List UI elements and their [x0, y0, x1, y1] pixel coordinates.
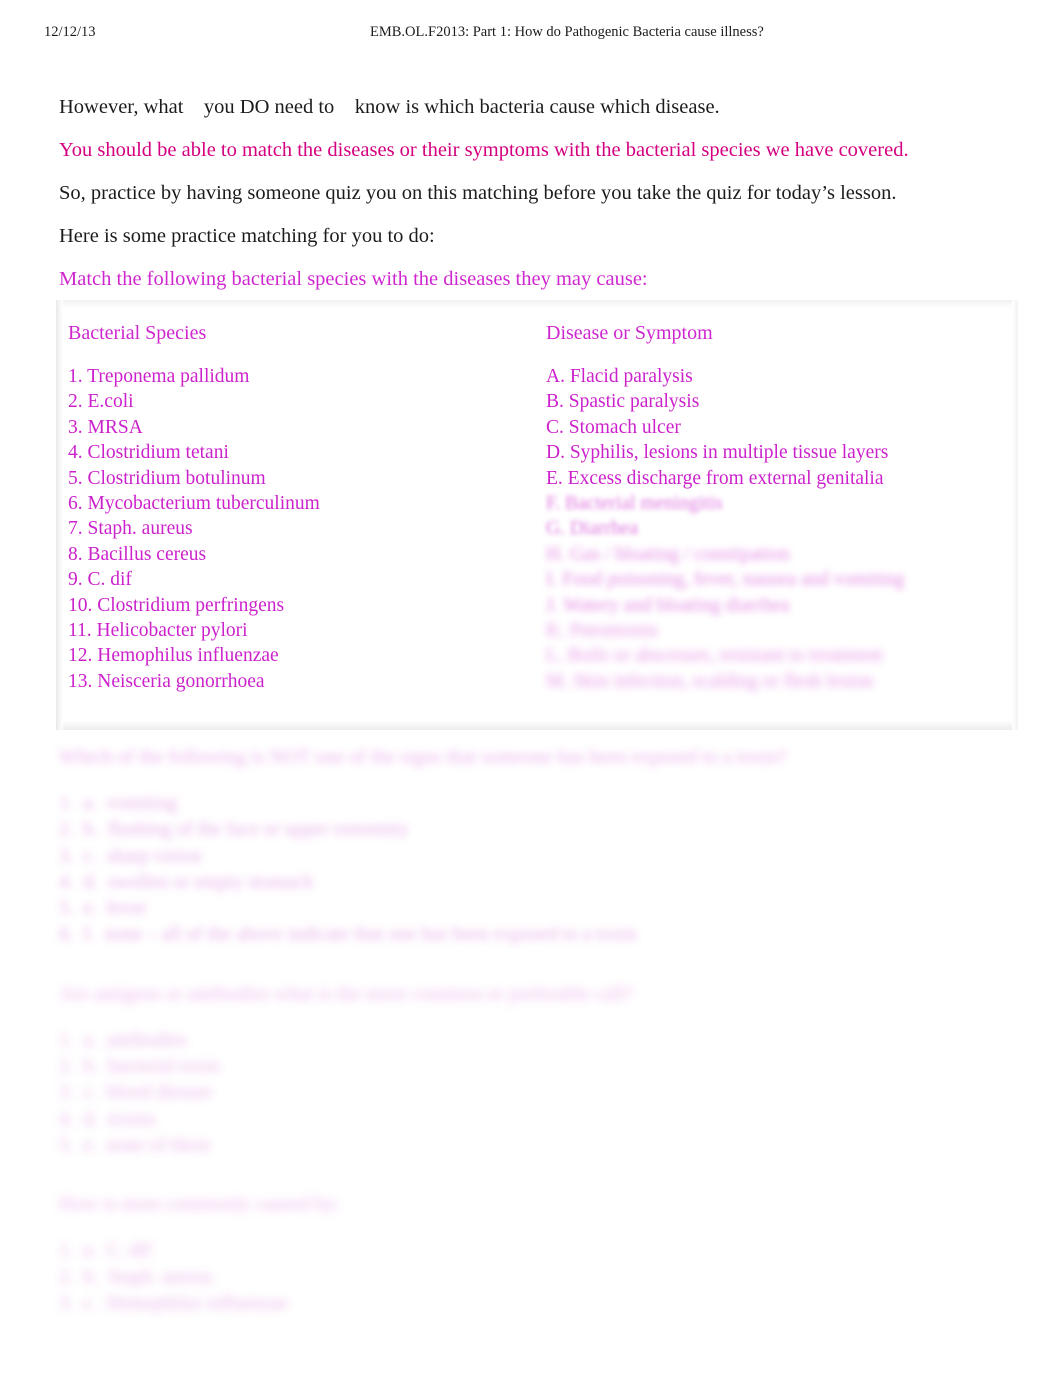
question-prompt: Are antigens or antibodies what is the m…	[59, 982, 633, 1005]
disease-item: C. Stomach ulcer	[546, 416, 681, 438]
answer-option[interactable]: 4. d. swollen or empty stomach	[59, 870, 1019, 896]
header-date: 12/12/13	[44, 24, 96, 40]
question-section-3: How is most commonly caused by: 1. a. C.…	[59, 1191, 1019, 1317]
answer-option[interactable]: 4. d. toxins	[59, 1107, 1019, 1133]
disease-item: F. Bacterial meningitis	[546, 493, 723, 515]
answer-option[interactable]: 5. e. fever	[59, 896, 1019, 922]
bacterial-species-heading: Bacterial Species	[68, 322, 207, 344]
answer-option[interactable]: 3. c. blood disease	[59, 1080, 1019, 1106]
species-item: 9. C. dif	[68, 569, 132, 591]
disease-item: M. Skin infection, scalding or flesh les…	[546, 670, 874, 692]
lower-question-sections: Which of the following is NOT one of the…	[59, 744, 1019, 1349]
species-item: 11. Helicobacter pylori	[68, 620, 248, 642]
disease-symptom-column: Disease or Symptom A. Flacid paralysis B…	[546, 320, 1006, 694]
disease-item: H. Gas / bloating / constipation	[546, 543, 790, 565]
species-item: 5. Clostridium botulinum	[68, 467, 266, 489]
document-page: 12/12/13 EMB.OL.F2013: Part 1: How do Pa…	[0, 0, 1062, 1377]
document-header: 12/12/13 EMB.OL.F2013: Part 1: How do Pa…	[0, 22, 1062, 46]
disease-item: E. Excess discharge from external genita…	[546, 467, 884, 489]
paragraph-here-is-practice: Here is some practice matching for you t…	[59, 225, 435, 247]
disease-item: A. Flacid paralysis	[546, 366, 693, 387]
species-item: 10. Clostridium perfringens	[68, 594, 285, 616]
panel-left-edge	[56, 300, 63, 730]
species-item: 12. Hemophilus influenzae	[68, 645, 279, 667]
species-item: 13. Neisceria gonorrhoea	[68, 670, 265, 692]
question-prompt: Which of the following is NOT one of the…	[59, 746, 787, 768]
answer-option[interactable]: 3. c. sharp vision	[59, 844, 1019, 870]
paragraph-you-should-be-able: You should be able to match the diseases…	[59, 139, 909, 161]
intro-paragraphs: However, what you DO need to know is whi…	[59, 94, 1009, 309]
bacterial-species-column: Bacterial Species 1. Treponema pallidum …	[68, 320, 538, 694]
disease-item: J. Watery and bloating diarrhea	[546, 594, 790, 616]
answer-option[interactable]: 6. f. none – all of the above indicate t…	[59, 922, 1019, 948]
answer-option[interactable]: 2. b. bacterial toxin	[59, 1054, 1019, 1080]
matching-panel: Bacterial Species 1. Treponema pallidum …	[56, 300, 1018, 730]
disease-item: L. Boils or abscesses, resistant to trea…	[546, 645, 883, 667]
disease-item: K. Pneumonia	[546, 620, 658, 642]
species-item: 4. Clostridium tetani	[68, 442, 229, 464]
answer-option[interactable]: 3. c. Hemophilus influenzae	[59, 1291, 1019, 1317]
disease-item: G. Diarrhea	[546, 518, 639, 540]
answer-option[interactable]: 2. b. flushing of the face or upper extr…	[59, 817, 1019, 843]
disease-item: I. Food poisoning, fever, nausea and vom…	[546, 569, 905, 591]
species-item: 1. Treponema pallidum	[68, 366, 250, 387]
header-title: EMB.OL.F2013: Part 1: How do Pathogenic …	[370, 24, 764, 40]
question-prompt: How is most commonly caused by:	[59, 1193, 341, 1216]
answer-option[interactable]: 1. a. vomiting	[59, 791, 1019, 817]
question-section-1: Which of the following is NOT one of the…	[59, 744, 1019, 949]
answer-option[interactable]: 2. b. Staph. aureus	[59, 1265, 1019, 1291]
panel-top-divider	[56, 300, 1018, 309]
answer-option[interactable]: 1. a. antibodies	[59, 1028, 1019, 1054]
species-item: 3. MRSA	[68, 416, 143, 438]
species-item: 8. Bacillus cereus	[68, 543, 207, 565]
answer-option[interactable]: 1. a. C. dif	[59, 1238, 1019, 1264]
paragraph-match-instruction: Match the following bacterial species wi…	[59, 268, 648, 290]
disease-symptom-heading: Disease or Symptom	[546, 322, 713, 344]
species-item: 2. E.coli	[68, 391, 134, 413]
panel-bottom-divider	[56, 720, 1018, 730]
disease-item: D. Syphilis, lesions in multiple tissue …	[546, 442, 889, 464]
question-section-2: Are antigens or antibodies what is the m…	[59, 981, 1019, 1159]
paragraph-however: However, what you DO need to know is whi…	[59, 96, 720, 118]
panel-right-edge	[1012, 300, 1018, 730]
species-item: 6. Mycobacterium tuberculinum	[68, 493, 320, 515]
answer-option[interactable]: 5. e. none of these	[59, 1133, 1019, 1159]
paragraph-practice-quiz: So, practice by having someone quiz you …	[59, 182, 897, 204]
disease-item: B. Spastic paralysis	[546, 391, 700, 413]
species-item: 7. Staph. aureus	[68, 518, 193, 540]
